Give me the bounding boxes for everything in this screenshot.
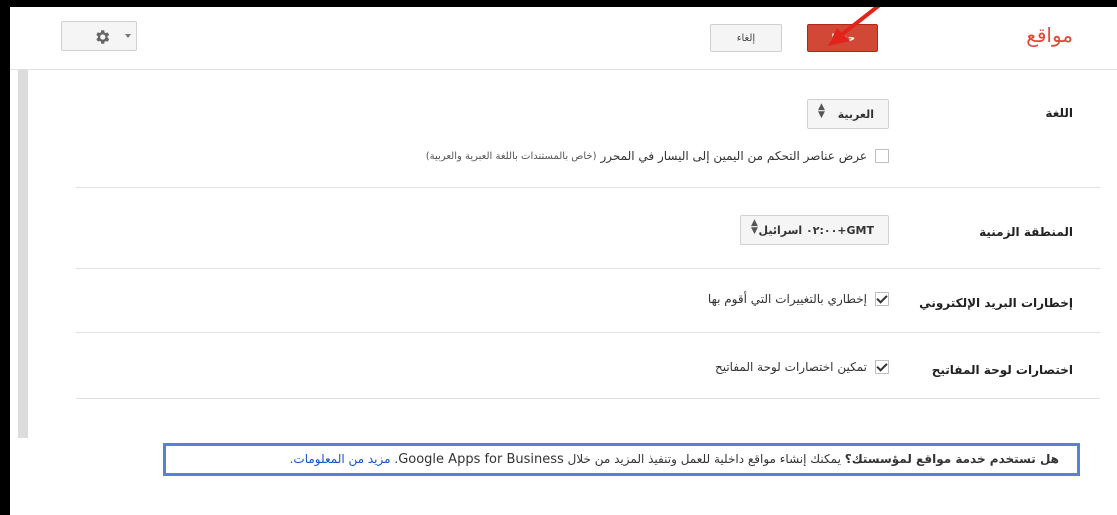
keyboard-shortcuts-checkbox[interactable]: [875, 360, 889, 374]
info-text: يمكنك إنشاء مواقع داخلية للعمل وتنفيذ ال…: [563, 452, 845, 466]
select-arrows-icon: ▲ ▼: [751, 218, 758, 236]
rtl-controls-note: (خاص بالمستندات باللغة العبرية والعربية): [425, 150, 597, 162]
top-bar: مواقع حفظ إلغاء: [10, 7, 1117, 70]
sites-settings-page: مواقع حفظ إلغاء اللغة ▲▼ العربية عرض عنا…: [10, 7, 1117, 515]
timezone-select-value: GMT+٠٢:٠٠ اسرائيل: [758, 224, 874, 237]
keyboard-shortcuts-label: اختصارات لوحة المفاتيح: [931, 363, 1073, 377]
page-title: مواقع: [1026, 23, 1073, 47]
select-arrows-icon: ▲ ▼: [818, 102, 825, 120]
gear-icon: [96, 30, 110, 44]
cancel-button[interactable]: إلغاء: [710, 24, 782, 52]
red-arrow-icon: [828, 7, 881, 46]
keyboard-shortcuts-row: تمكين اختصارات لوحة المفاتيح: [715, 360, 889, 374]
rtl-controls-checkbox[interactable]: [875, 149, 889, 163]
divider: [76, 268, 1100, 269]
info-question: هل تستخدم خدمة مواقع لمؤسستك؟: [844, 452, 1059, 466]
email-notifications-option: إخطاري بالتغييرات التي أقوم بها: [707, 292, 867, 306]
email-notifications-label: إخطارات البريد الإلكتروني: [919, 296, 1073, 310]
timezone-label: المنطقة الزمنية: [979, 225, 1073, 239]
scrollbar[interactable]: [18, 70, 28, 438]
language-select-value: العربية: [837, 108, 874, 121]
divider: [76, 187, 1100, 188]
rtl-controls-row: عرض عناصر التحكم من اليمين إلى اليسار في…: [426, 149, 889, 163]
language-label: اللغة: [1045, 106, 1073, 120]
info-product: Google Apps for Business: [398, 452, 564, 467]
divider: [76, 332, 1100, 333]
keyboard-shortcuts-option: تمكين اختصارات لوحة المفاتيح: [714, 360, 867, 374]
timezone-select[interactable]: ▲ ▼ GMT+٠٢:٠٠ اسرائيل: [740, 215, 889, 245]
email-notifications-row: إخطاري بالتغييرات التي أقوم بها: [708, 292, 889, 306]
chevron-down-icon: [125, 34, 131, 38]
divider: [76, 398, 1100, 399]
email-notifications-checkbox[interactable]: [875, 292, 889, 306]
more-info-link[interactable]: مزيد من المعلومات.: [290, 452, 391, 466]
business-info-box: هل تستخدم خدمة مواقع لمؤسستك؟ يمكنك إنشا…: [163, 443, 1080, 476]
settings-menu-button[interactable]: [61, 21, 137, 51]
rtl-controls-label: عرض عناصر التحكم من اليمين إلى اليسار في…: [600, 149, 867, 163]
language-select[interactable]: ▲ ▼ العربية: [807, 99, 889, 129]
